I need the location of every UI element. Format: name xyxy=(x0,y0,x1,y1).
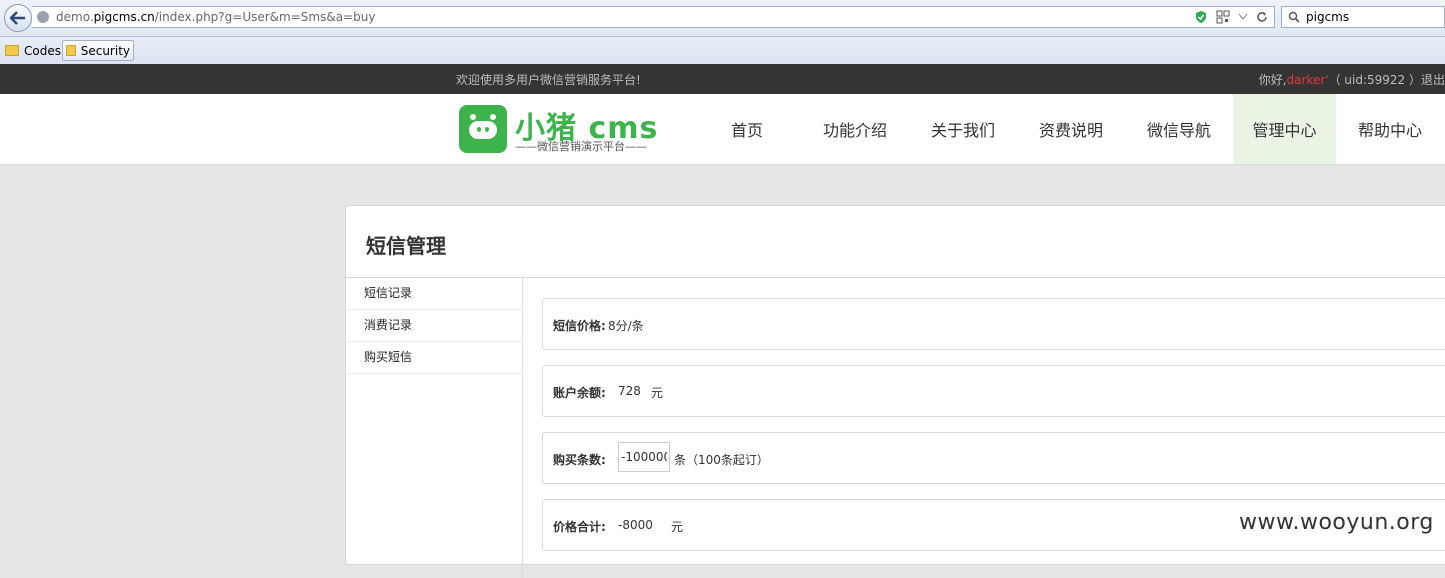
search-box[interactable]: pigcms xyxy=(1281,6,1445,28)
nav-wechat-guide[interactable]: 微信导航 xyxy=(1125,94,1233,164)
quantity-row: 购买条数: 条（100条起订） xyxy=(542,432,1445,484)
welcome-text: 欢迎使用多用户微信营销服务平台! xyxy=(456,73,641,87)
quantity-input[interactable] xyxy=(618,442,670,472)
logo-subtitle: ——微信营销演示平台—— xyxy=(515,140,647,153)
sidebar-item-sms-records[interactable]: 短信记录 xyxy=(346,278,522,310)
total-value: -8000 xyxy=(618,518,653,532)
nav-home[interactable]: 首页 xyxy=(693,94,801,164)
quantity-suffix: 条（100条起订） xyxy=(674,453,769,467)
shield-icon[interactable] xyxy=(1194,10,1208,24)
nav-admin-center[interactable]: 管理中心 xyxy=(1233,94,1336,164)
search-icon xyxy=(1288,11,1300,23)
bookmark-security[interactable]: Security xyxy=(62,40,134,61)
folder-icon xyxy=(5,45,19,56)
site-topbar: 欢迎使用多用户微信营销服务平台! 你好,darker'（ uid:59922 ）… xyxy=(0,64,1445,94)
balance-label: 账户余额: xyxy=(553,386,606,400)
watermark: www.wooyun.org xyxy=(1239,510,1434,535)
nav-features[interactable]: 功能介绍 xyxy=(801,94,909,164)
logo[interactable]: 小猪 cms ——微信营销演示平台—— xyxy=(459,105,659,155)
total-label: 价格合计: xyxy=(553,520,606,534)
quantity-label: 购买条数: xyxy=(553,453,606,467)
sidebar: 短信记录 消费记录 购买短信 xyxy=(346,278,523,578)
sidebar-item-consumption-records[interactable]: 消费记录 xyxy=(346,310,522,342)
balance-unit: 元 xyxy=(651,386,664,400)
qr-code-icon[interactable] xyxy=(1216,10,1230,24)
main-nav: 首页 功能介绍 关于我们 资费说明 微信导航 管理中心 帮助中心 xyxy=(693,94,1444,164)
price-label: 短信价格: xyxy=(553,319,606,333)
bookmark-label: Codes xyxy=(24,43,61,58)
back-arrow-icon xyxy=(10,11,25,25)
price-value: 8分/条 xyxy=(608,319,644,333)
url-text[interactable]: demo.pigcms.cn/index.php?g=User&m=Sms&a=… xyxy=(56,10,375,24)
balance-row: 账户余额: 728 元 xyxy=(542,365,1445,417)
bookmark-label: Security xyxy=(80,43,130,58)
globe-icon xyxy=(37,11,49,23)
balance-value: 728 xyxy=(618,384,641,398)
address-bar[interactable]: demo.pigcms.cn/index.php?g=User&m=Sms&a=… xyxy=(32,6,1275,28)
search-input[interactable]: pigcms xyxy=(1306,10,1349,24)
bookmark-codes[interactable]: Codes xyxy=(2,40,64,61)
site-header: 小猪 cms ——微信营销演示平台—— 首页 功能介绍 关于我们 资费说明 微信… xyxy=(0,94,1445,165)
nav-pricing[interactable]: 资费说明 xyxy=(1017,94,1125,164)
folder-icon xyxy=(66,45,76,56)
username-link[interactable]: darker' xyxy=(1287,73,1329,87)
logout-link[interactable]: 退出 xyxy=(1421,73,1445,87)
nav-about[interactable]: 关于我们 xyxy=(909,94,1017,164)
reload-icon[interactable] xyxy=(1256,11,1268,23)
user-info: 你好,darker'（ uid:59922 ）退出 xyxy=(1258,73,1445,87)
dropdown-arrow-icon[interactable] xyxy=(1238,13,1248,21)
browser-toolbar: demo.pigcms.cn/index.php?g=User&m=Sms&a=… xyxy=(0,0,1445,37)
total-unit: 元 xyxy=(671,520,684,534)
page-title: 短信管理 xyxy=(366,234,446,258)
price-row: 短信价格: 8分/条 xyxy=(542,298,1445,350)
sidebar-item-buy-sms[interactable]: 购买短信 xyxy=(346,342,522,374)
pig-logo-icon xyxy=(459,105,507,153)
bookmarks-bar: Codes Security xyxy=(0,37,1445,64)
nav-help[interactable]: 帮助中心 xyxy=(1336,94,1444,164)
back-button[interactable] xyxy=(4,4,32,32)
